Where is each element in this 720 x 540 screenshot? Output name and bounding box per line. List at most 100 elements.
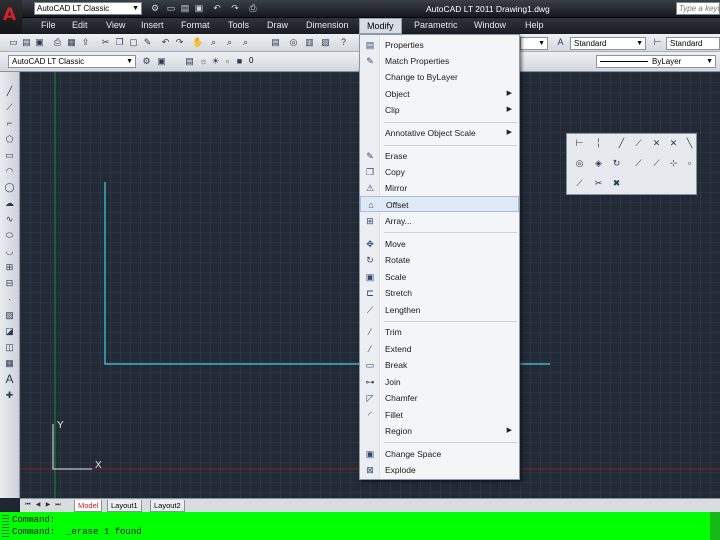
measure-icon[interactable]: ⊹ [668,158,679,169]
insert-block-icon[interactable]: ⊞ [4,262,15,273]
point-icon[interactable]: · [4,294,15,305]
table-icon[interactable]: ▦ [4,358,15,369]
menu-file[interactable]: File [39,18,58,34]
open-icon[interactable]: ▤ [180,3,190,13]
workspace-save-icon[interactable]: ▣ [156,56,167,67]
construction-line-icon[interactable]: ⟋ [4,102,15,113]
construction-line-icon[interactable]: ⟋ [633,138,644,149]
polygon-icon[interactable]: ◈ [593,158,604,169]
menu-item-move[interactable]: ✥ Move [360,236,519,252]
menu-item-extend[interactable]: ⁄ Extend [360,341,519,357]
menu-item-explode[interactable]: ⊠ Explode [360,462,519,478]
undo-icon[interactable]: ↶ [212,3,222,13]
divide-icon[interactable]: ▫ [684,158,695,169]
zoom-realtime-icon[interactable]: ⌕ [208,37,219,48]
menu-item-rotate[interactable]: ↻ Rotate [360,252,519,268]
command-line[interactable]: Command: Command: _erase 1 found [0,512,720,540]
menu-item-properties[interactable]: ▤ Properties [360,37,519,53]
spline-icon[interactable]: ∿ [4,214,15,225]
sheet-set-icon[interactable]: ▧ [320,37,331,48]
menu-item-array[interactable]: ⊞ Array... [360,213,519,229]
explode-icon[interactable]: ✖ [611,178,622,189]
extend-icon[interactable]: ✕ [668,138,679,149]
gear-icon[interactable]: ⚙ [150,3,160,13]
lineweight-dropdown[interactable]: ByLayer ▼ [596,55,716,68]
menu-format[interactable]: Format [179,18,212,34]
menu-edit[interactable]: Edit [70,18,90,34]
menu-item-clip[interactable]: Clip ▶ [360,102,519,118]
pan-icon[interactable]: ✋ [192,37,203,48]
workspace-combo[interactable]: AutoCAD LT Classic ▼ [8,55,136,68]
new-icon[interactable]: ▭ [8,37,19,48]
stretch-icon[interactable]: ⟋ [633,158,644,169]
first-tab-icon[interactable]: ⏮ [24,501,32,510]
menu-item-erase[interactable]: ✎ Erase [360,148,519,164]
arc-icon[interactable]: ◠ [4,166,15,177]
multiline-text-icon[interactable]: A [4,373,15,385]
command-line-grip[interactable] [2,515,9,537]
menu-item-change-space[interactable]: ▣ Change Space [360,446,519,462]
copy-icon[interactable]: ❐ [114,37,125,48]
menu-item-change-to-bylayer[interactable]: Change to ByLayer [360,69,519,85]
menu-item-break[interactable]: ▭ Break [360,357,519,373]
add-selected-icon[interactable]: ✚ [4,390,15,401]
gradient-icon[interactable]: ◪ [4,326,15,337]
ellipse-arc-icon[interactable]: ◡ [4,246,15,257]
circle-icon[interactable]: ◯ [4,182,15,193]
circle-icon[interactable]: ◎ [574,158,585,169]
tool-palettes-icon[interactable]: ▥ [304,37,315,48]
zoom-window-icon[interactable]: ⌕ [224,37,235,48]
chamfer-icon[interactable]: ✂ [593,178,604,189]
polygon-icon[interactable]: ⬠ [4,134,15,145]
trim-icon[interactable]: ✕ [651,138,662,149]
lengthen-icon[interactable]: ⟋ [651,158,662,169]
plot-preview-icon[interactable]: ▦ [66,37,77,48]
menu-item-object[interactable]: Object ▶ [360,86,519,102]
gear-icon[interactable]: ⚙ [141,56,152,67]
menu-item-lengthen[interactable]: ⟋ Lengthen [360,302,519,318]
menu-item-offset[interactable]: ⌂ Offset [360,196,519,212]
menu-window[interactable]: Window [472,18,508,34]
save-icon[interactable]: ▣ [34,37,45,48]
menu-item-match-properties[interactable]: ✎ Match Properties [360,53,519,69]
menu-item-annotative-object-scale[interactable]: Annotative Object Scale ▶ [360,125,519,141]
style-dropdown[interactable]: ▼ [520,37,548,50]
dimension-style-dropdown[interactable]: Standard [666,37,720,50]
zoom-previous-icon[interactable]: ⌕ [240,37,251,48]
break-icon[interactable]: ╲ [684,138,695,149]
match-properties-icon[interactable]: ✎ [142,37,153,48]
layer-properties-icon[interactable]: ▤ [184,56,195,67]
menu-item-chamfer[interactable]: ◸ Chamfer [360,390,519,406]
app-menu-button[interactable]: A [0,0,22,34]
polyline-icon[interactable]: ⌐ [4,118,15,129]
publish-icon[interactable]: ⇪ [80,37,91,48]
dimension-linear-icon[interactable]: ⊢ [574,138,585,149]
undo-icon[interactable]: ↶ [160,37,171,48]
hatch-icon[interactable]: ▨ [4,310,15,321]
workspace-dropdown[interactable]: AutoCAD LT Classic ▼ [34,2,142,15]
menu-item-mirror[interactable]: ⚠ Mirror [360,180,519,196]
menu-item-join[interactable]: ⊶ Join [360,374,519,390]
menu-item-copy[interactable]: ❐ Copy [360,164,519,180]
rectangle-icon[interactable]: ▭ [4,150,15,161]
help-search-input[interactable]: Type a keyw [676,2,720,15]
tab-layout2[interactable]: Layout2 [150,500,185,512]
make-block-icon[interactable]: ⊟ [4,278,15,289]
design-center-icon[interactable]: ◎ [288,37,299,48]
plot-icon[interactable]: ⎙ [248,3,258,13]
menu-modify[interactable]: Modify [359,18,402,34]
menu-help[interactable]: Help [523,18,546,34]
tab-layout1[interactable]: Layout1 [107,500,142,512]
tab-model[interactable]: Model [74,500,103,512]
revision-cloud-icon[interactable]: ☁ [4,198,15,209]
redo-icon[interactable]: ↷ [230,3,240,13]
menu-tools[interactable]: Tools [226,18,251,34]
next-tab-icon[interactable]: ▶ [44,501,52,510]
dimension-aligned-icon[interactable]: ╎ [593,138,604,149]
menu-view[interactable]: View [104,18,127,34]
menu-dimension[interactable]: Dimension [304,18,351,34]
open-icon[interactable]: ▤ [21,37,32,48]
print-icon[interactable]: ⎙ [52,37,63,48]
menu-parametric[interactable]: Parametric [412,18,460,34]
cut-icon[interactable]: ✂ [100,37,111,48]
